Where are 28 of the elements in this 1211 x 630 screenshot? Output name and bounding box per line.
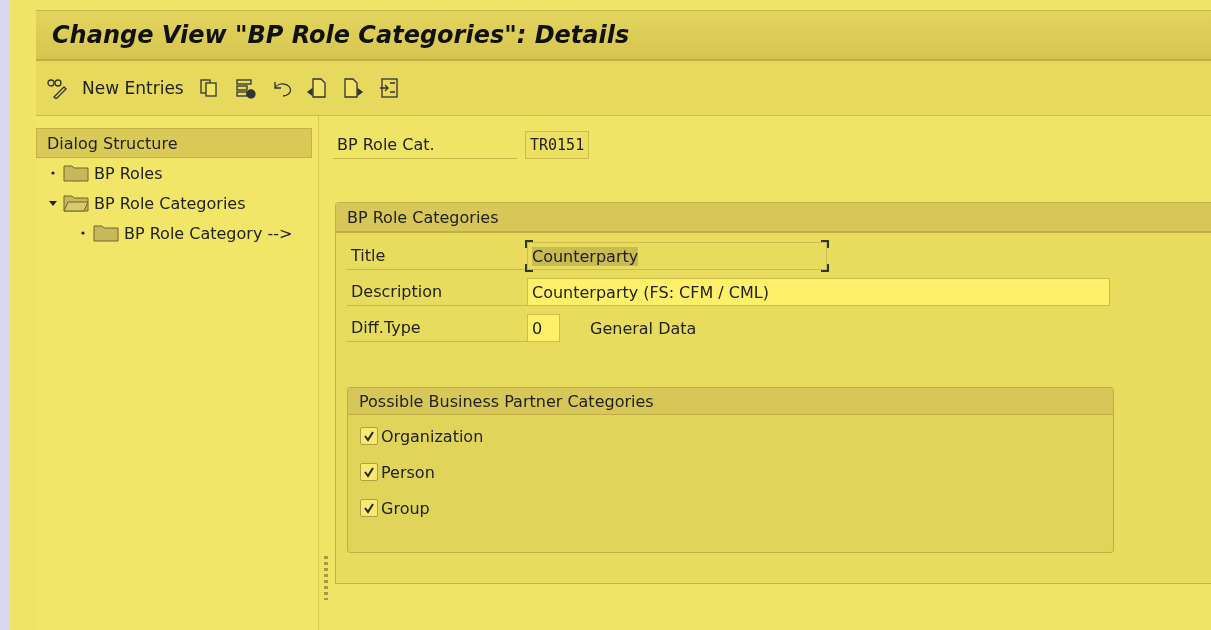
group-title: Possible Business Partner Categories <box>348 388 1113 415</box>
group-title: BP Role Categories <box>336 203 1211 233</box>
panel-header: Dialog Structure <box>36 128 312 158</box>
checkbox[interactable] <box>360 427 378 445</box>
input-field[interactable]: 0 <box>527 314 560 342</box>
checkbox-label: Group <box>381 498 430 518</box>
checkbox-label: Person <box>381 462 435 482</box>
tree-item[interactable]: BP Role Category --> <box>36 218 318 248</box>
checkbox[interactable] <box>360 463 378 481</box>
check-icon <box>363 466 375 478</box>
role-category-value: TR0151 <box>525 131 590 159</box>
checkbox-label: Organization <box>381 426 484 446</box>
folder-icon <box>63 194 89 212</box>
check-icon <box>363 430 375 442</box>
field-description: General Data <box>590 318 697 338</box>
input-field[interactable]: Counterparty <box>527 242 827 270</box>
window-title: Change View "BP Role Categories": Details <box>52 21 630 49</box>
input-field[interactable]: Counterparty (FS: CFM / CML) <box>527 278 1110 306</box>
check-icon <box>363 502 375 514</box>
checkbox[interactable] <box>360 499 378 517</box>
field-label: BP Role Cat. <box>333 131 517 159</box>
new-entries-button[interactable]: New Entries <box>80 76 186 100</box>
tree-item[interactable]: BP Role Categories <box>36 188 318 218</box>
folder-icon <box>63 164 89 182</box>
folder-icon <box>93 224 119 242</box>
expanded-arrow-icon[interactable] <box>48 198 58 208</box>
tree-item[interactable]: BP Roles <box>36 158 318 188</box>
splitter-handle[interactable] <box>324 556 328 600</box>
